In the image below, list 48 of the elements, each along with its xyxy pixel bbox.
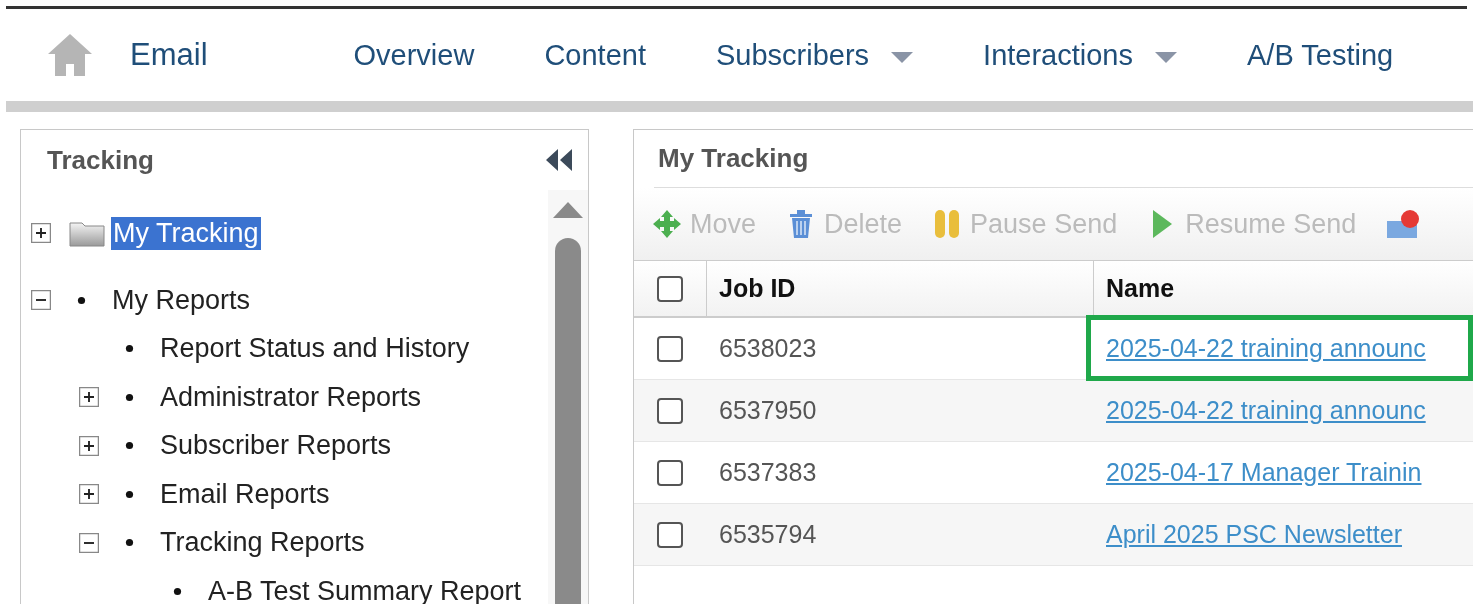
job-id-cell-text: 6537950 xyxy=(718,395,818,426)
job-name-link[interactable]: 2025-04-22 training announc xyxy=(1106,333,1426,363)
tree-item[interactable]: My Tracking xyxy=(111,216,261,250)
move-icon xyxy=(652,209,682,239)
bullet-icon xyxy=(125,344,134,354)
bullet-icon xyxy=(125,441,134,451)
job-name-link[interactable]: 2025-04-17 Manager Trainin xyxy=(1106,457,1422,487)
tree-item[interactable]: Email Reports xyxy=(158,477,332,511)
scroll-up-icon[interactable] xyxy=(553,202,583,218)
caret-icon xyxy=(1155,51,1177,63)
expand-toggle-icon[interactable] xyxy=(79,484,99,505)
expand-toggle-icon[interactable] xyxy=(31,223,51,243)
folder-icon xyxy=(69,219,105,247)
row-checkbox[interactable] xyxy=(657,397,683,424)
bullet-icon xyxy=(173,586,182,596)
bullet-icon xyxy=(125,538,134,548)
tree-item[interactable]: Tracking Reports xyxy=(158,526,367,560)
app-title: Email xyxy=(130,37,208,73)
job-id-cell-text: 6538023 xyxy=(718,333,818,364)
bullet-icon xyxy=(77,295,86,305)
tree-item[interactable]: Report Status and History xyxy=(158,332,472,366)
select-all-checkbox[interactable] xyxy=(657,275,683,302)
job-id-cell-text: 6535794 xyxy=(718,519,818,550)
expand-toggle-icon[interactable] xyxy=(79,387,99,408)
panel-title: Tracking xyxy=(47,144,154,176)
tree-item[interactable]: Administrator Reports xyxy=(158,380,424,414)
scrollbar[interactable] xyxy=(548,190,588,604)
expand-toggle-icon[interactable] xyxy=(79,435,99,456)
row-checkbox[interactable] xyxy=(657,521,683,548)
nav-item[interactable]: A/B Testing xyxy=(1247,38,1394,72)
nav-item[interactable]: Interactions xyxy=(983,38,1177,72)
bullet-icon xyxy=(125,392,134,402)
collapse-toggle-icon[interactable] xyxy=(79,532,99,553)
row-checkbox[interactable] xyxy=(657,459,683,486)
row-checkbox[interactable] xyxy=(657,335,683,362)
caret-icon xyxy=(891,51,914,63)
nav-item[interactable]: Content xyxy=(544,38,646,72)
collapse-toggle-icon[interactable] xyxy=(31,290,51,311)
column-header[interactable]: Name xyxy=(1094,261,1473,316)
tree-item[interactable]: Subscriber Reports xyxy=(158,429,394,463)
panel-title: My Tracking xyxy=(658,143,809,174)
nav-item[interactable]: Subscribers xyxy=(715,38,914,72)
collapse-icon[interactable] xyxy=(546,149,572,171)
column-header[interactable]: Job ID xyxy=(707,261,1094,316)
tree-item[interactable]: My Reports xyxy=(110,283,253,317)
nav-item[interactable]: Overview xyxy=(353,38,475,72)
bullet-icon xyxy=(125,489,134,499)
job-id-cell-text: 6537383 xyxy=(718,457,818,488)
